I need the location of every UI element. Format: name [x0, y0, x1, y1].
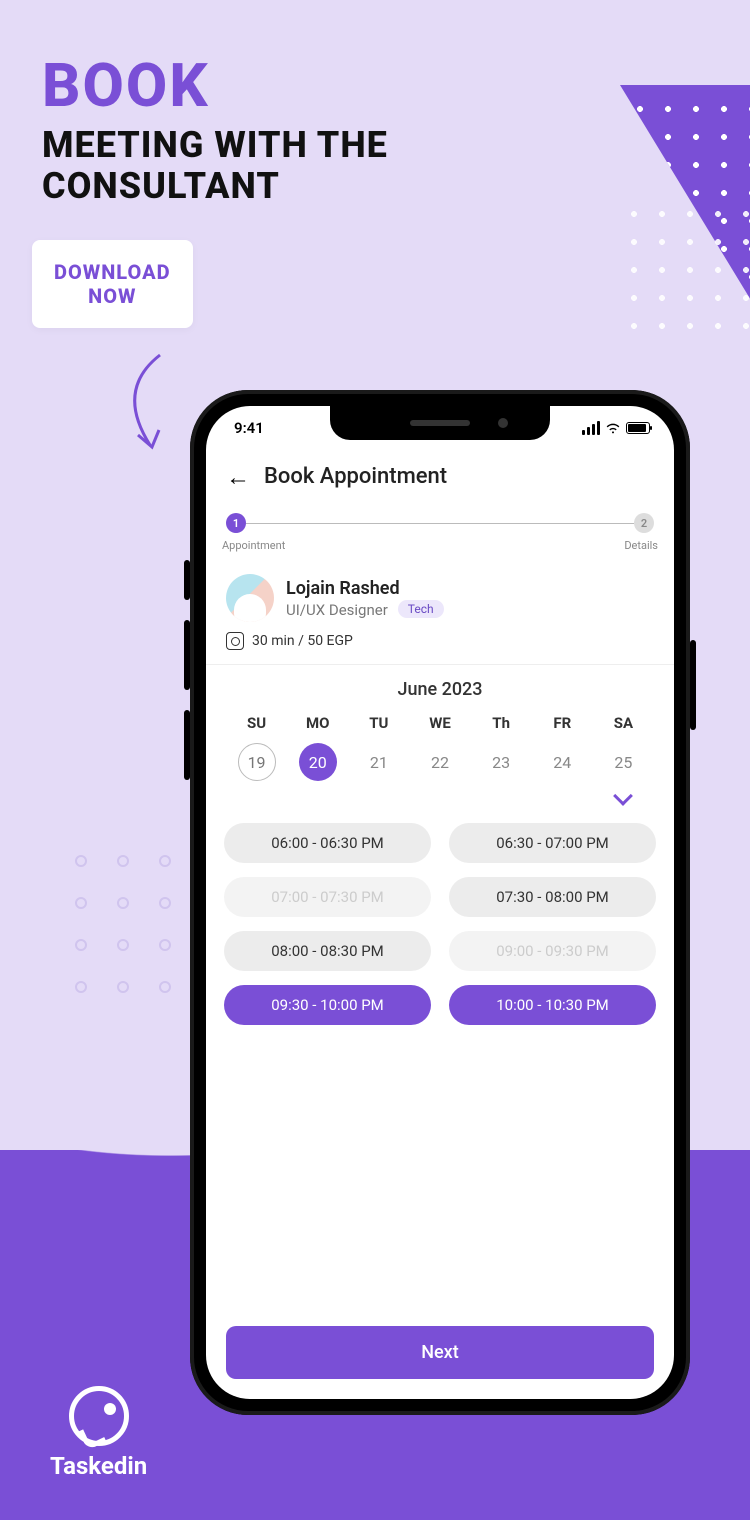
step-2-label: Details	[624, 539, 658, 552]
date-cell[interactable]: 20	[287, 740, 348, 784]
headline-line1: MEETING WITH THE	[42, 125, 388, 166]
next-button[interactable]: Next	[226, 1326, 654, 1379]
consultant-tag: Tech	[398, 600, 444, 618]
phone-side-button	[690, 640, 696, 730]
headline-line2: CONSULTANT	[42, 166, 388, 207]
time-slot[interactable]: 06:00 - 06:30 PM	[224, 823, 431, 863]
consultant-card: Lojain Rashed UI/UX Designer Tech 30 min…	[206, 564, 674, 665]
time-slot[interactable]: 07:30 - 08:00 PM	[449, 877, 656, 917]
date-cell[interactable]: 25	[593, 740, 654, 784]
speaker-icon	[410, 420, 470, 426]
battery-icon	[626, 422, 650, 434]
step-1-dot[interactable]: 1	[226, 513, 246, 533]
promo-headline: BOOK MEETING WITH THE CONSULTANT	[42, 50, 388, 208]
time-slot: 09:00 - 09:30 PM	[449, 931, 656, 971]
date-cell[interactable]: 23	[471, 740, 532, 784]
day-label: FR	[532, 714, 593, 732]
download-line2: NOW	[54, 284, 171, 308]
date-cell[interactable]: 19	[226, 740, 287, 784]
step-1-label: Appointment	[222, 539, 285, 552]
brand-name: Taskedin	[50, 1452, 147, 1480]
chevron-down-icon[interactable]	[613, 786, 633, 806]
day-label: SU	[226, 714, 287, 732]
day-label: TU	[348, 714, 409, 732]
consultant-price: 30 min / 50 EGP	[252, 633, 353, 649]
page-title: Book Appointment	[264, 464, 447, 489]
time-slot: 07:00 - 07:30 PM	[224, 877, 431, 917]
signal-icon	[582, 421, 600, 435]
phone-notch	[330, 406, 550, 440]
step-labels: Appointment Details	[206, 537, 674, 564]
date-cell[interactable]: 21	[348, 740, 409, 784]
date-cell[interactable]: 24	[532, 740, 593, 784]
day-label: Th	[471, 714, 532, 732]
camera-icon	[498, 418, 508, 428]
time-slot-grid: 06:00 - 06:30 PM 06:30 - 07:00 PM 07:00 - …	[206, 817, 674, 1031]
day-label: SA	[593, 714, 654, 732]
time-slot[interactable]: 08:00 - 08:30 PM	[224, 931, 431, 971]
phone-side-button	[184, 560, 190, 600]
day-label: WE	[409, 714, 470, 732]
calendar: June 2023 SUMOTUWEThFRSA 19202122232425	[206, 665, 674, 817]
arrow-icon	[105, 350, 185, 460]
headline-top: BOOK	[42, 50, 388, 121]
avatar	[226, 574, 274, 622]
consultant-name: Lojain Rashed	[286, 578, 444, 599]
download-line1: DOWNLOAD	[54, 260, 171, 284]
time-slot[interactable]: 09:30 - 10:00 PM	[224, 985, 431, 1025]
day-label: MO	[287, 714, 348, 732]
wifi-icon	[605, 420, 621, 436]
step-line	[246, 523, 634, 524]
step-2-dot[interactable]: 2	[634, 513, 654, 533]
calendar-month: June 2023	[226, 679, 654, 700]
download-now-button[interactable]: DOWNLOAD NOW	[32, 240, 193, 328]
phone-screen: 9:41 ← Book Appointment 1 2 Appointment …	[206, 406, 674, 1399]
duration-icon	[226, 632, 244, 650]
status-time: 9:41	[234, 419, 264, 437]
stepper: 1 2	[206, 499, 674, 537]
brand-logo-icon	[69, 1386, 129, 1446]
brand-block: Taskedin	[50, 1386, 147, 1480]
time-slot[interactable]: 06:30 - 07:00 PM	[449, 823, 656, 863]
date-cell[interactable]: 22	[409, 740, 470, 784]
consultant-role: UI/UX Designer	[286, 601, 388, 619]
time-slot[interactable]: 10:00 - 10:30 PM	[449, 985, 656, 1025]
app-header: ← Book Appointment	[206, 450, 674, 499]
phone-side-button	[184, 710, 190, 780]
back-arrow-icon[interactable]: ←	[226, 465, 250, 489]
phone-frame: 9:41 ← Book Appointment 1 2 Appointment …	[190, 390, 690, 1415]
phone-side-button	[184, 620, 190, 690]
decor-dots	[620, 200, 750, 340]
